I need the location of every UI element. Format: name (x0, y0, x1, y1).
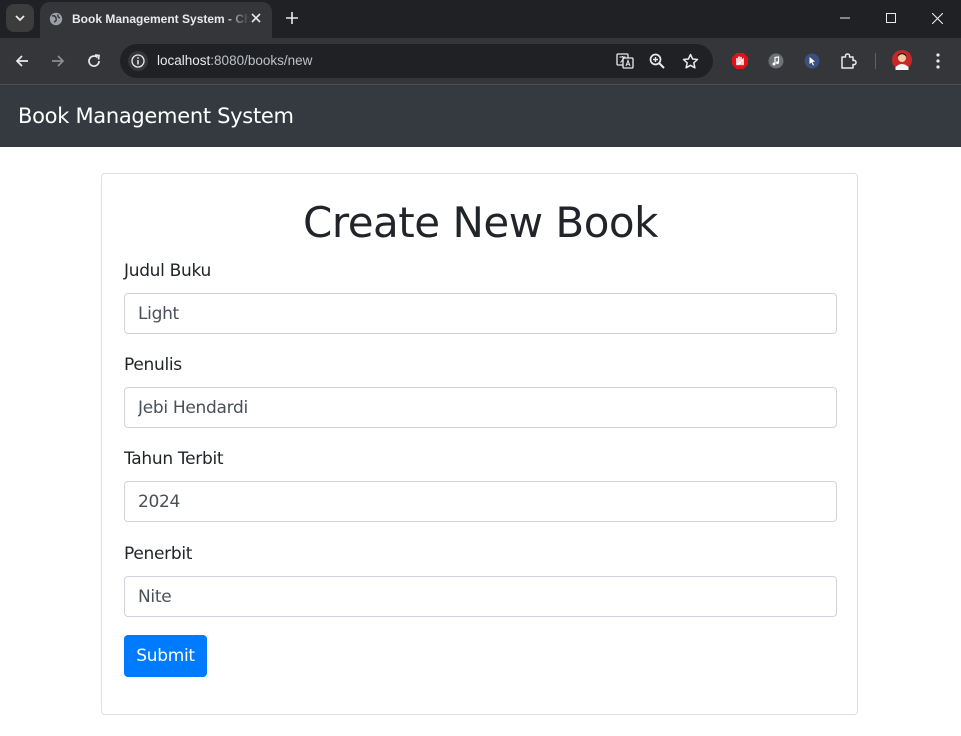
minimize-button[interactable] (822, 0, 868, 36)
profile-avatar (892, 50, 912, 70)
penulis-label: Penulis (124, 355, 182, 375)
close-window-button[interactable] (914, 0, 960, 36)
browser-toolbar: localhost:8080/books/new (0, 38, 961, 84)
browser-tab-strip: Book Management System - Chrome (0, 0, 961, 38)
toolbar-separator (875, 53, 876, 69)
forward-icon (52, 55, 65, 67)
music-extension-icon (768, 53, 784, 69)
translate-button[interactable] (615, 51, 635, 71)
navbar-brand[interactable]: Book Management System (18, 104, 294, 128)
chevron-down-icon (15, 15, 25, 22)
new-tab-button[interactable] (282, 8, 302, 28)
star-icon (682, 53, 698, 69)
tab-close-button[interactable] (248, 10, 264, 26)
reload-icon (88, 54, 100, 67)
zoom-icon (649, 53, 665, 69)
close-window-icon (931, 12, 943, 24)
zoom-button[interactable] (647, 51, 667, 71)
url-path: :8080/books/new (210, 53, 313, 68)
penerbit-label: Penerbit (124, 544, 193, 564)
minimize-icon (840, 17, 850, 19)
back-button[interactable] (8, 47, 36, 75)
back-icon (15, 55, 28, 67)
judul-buku-input[interactable] (124, 293, 837, 334)
site-info-icon (131, 54, 145, 68)
penerbit-input[interactable] (124, 576, 837, 617)
bookmark-button[interactable] (680, 51, 700, 71)
profile-button[interactable] (892, 50, 912, 70)
kebab-menu-icon (936, 53, 940, 69)
address-bar[interactable]: localhost:8080/books/new (120, 44, 713, 78)
tahun-terbit-label: Tahun Terbit (124, 449, 224, 469)
puzzle-icon (841, 53, 857, 69)
plus-icon (286, 12, 298, 24)
create-book-card: Create New Book Judul Buku Penulis Tahun… (101, 173, 858, 715)
globe-icon (49, 12, 63, 26)
page-title: Create New Book (303, 198, 658, 247)
browser-menu-button[interactable] (928, 51, 948, 71)
tab-title: Book Management System - Chrome (72, 12, 250, 26)
adblock-extension-button[interactable] (730, 51, 750, 71)
adblock-extension-icon (732, 53, 748, 69)
url-text: localhost:8080/books/new (157, 53, 312, 68)
reload-button[interactable] (80, 47, 108, 75)
app-navbar: Book Management System (0, 84, 961, 147)
tab-search-button[interactable] (6, 4, 34, 32)
extensions-button[interactable] (838, 51, 858, 71)
forward-button[interactable] (44, 47, 72, 75)
maximize-icon (886, 13, 896, 23)
tahun-terbit-input[interactable] (124, 481, 837, 522)
site-info-button[interactable] (128, 51, 148, 71)
penulis-input[interactable] (124, 387, 837, 428)
music-extension-button[interactable] (766, 51, 786, 71)
cursor-extension-icon (804, 53, 820, 69)
submit-button[interactable]: Submit (124, 635, 207, 677)
close-icon (251, 13, 261, 23)
cursor-extension-button[interactable] (802, 51, 822, 71)
translate-icon (616, 53, 634, 69)
url-host: localhost (157, 53, 211, 68)
maximize-button[interactable] (868, 0, 914, 36)
judul-buku-label: Judul Buku (124, 261, 212, 281)
browser-tab[interactable]: Book Management System - Chrome (40, 2, 272, 38)
